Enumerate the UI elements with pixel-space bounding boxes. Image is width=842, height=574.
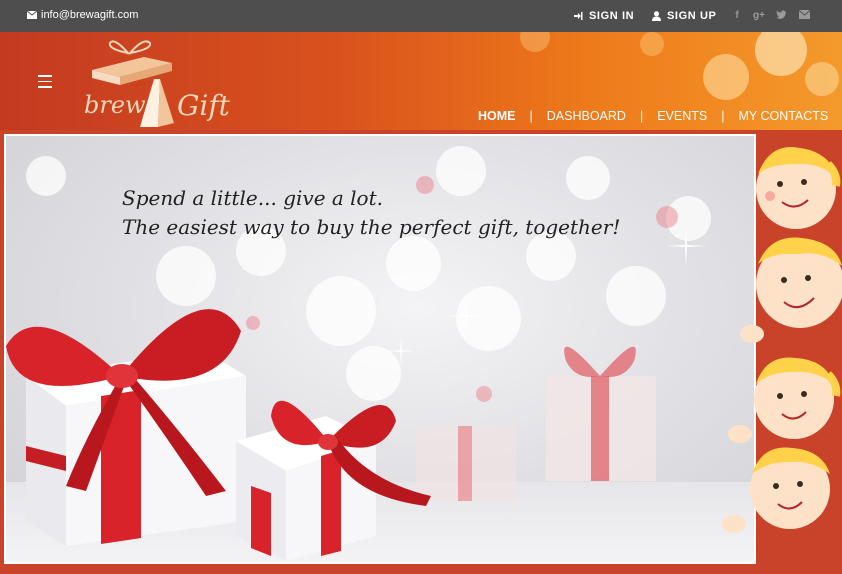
nav-separator: | — [639, 109, 644, 123]
contact-email-text: info@brewagift.com — [41, 9, 139, 21]
mail-icon[interactable] — [798, 10, 810, 22]
menu-hamburger-icon[interactable] — [38, 75, 52, 92]
google-plus-icon[interactable]: g+ — [753, 10, 765, 22]
twitter-icon[interactable] — [775, 10, 787, 22]
sparkle-icon — [446, 296, 486, 336]
tagline-line-2: The easiest way to buy the perfect gift,… — [122, 215, 621, 239]
brand-logo[interactable]: brew Gift — [84, 35, 244, 130]
sign-in-link[interactable]: SIGN IN — [573, 10, 634, 22]
facebook-icon[interactable]: f — [731, 10, 743, 22]
gift-boxes-image — [6, 309, 431, 561]
bokeh-light — [656, 206, 678, 228]
bokeh-light — [640, 32, 664, 56]
bokeh-light — [755, 32, 807, 76]
bokeh-light — [26, 156, 66, 196]
hero-banner: Spend a little... give a lot. The easies… — [4, 134, 756, 564]
user-icon — [652, 11, 661, 21]
bokeh-light — [520, 32, 550, 52]
bokeh-light — [703, 54, 749, 100]
sign-up-label: SIGN UP — [667, 10, 717, 22]
cartoon-kids-illustration — [722, 147, 842, 533]
background-gift-image — [546, 346, 656, 481]
hero-tagline: Spend a little... give a lot. The easies… — [122, 184, 620, 242]
main-nav: HOME | DASHBOARD | EVENTS | MY CONTACTS — [478, 109, 828, 123]
contact-email[interactable]: info@brewagift.com — [27, 9, 138, 21]
nav-separator: | — [721, 109, 725, 123]
site-header: brew Gift HOME | DASHBOARD | EVENTS | MY… — [0, 32, 842, 130]
bokeh-light — [805, 62, 839, 96]
nav-my-contacts[interactable]: MY CONTACTS — [738, 109, 828, 123]
sign-in-label: SIGN IN — [589, 10, 635, 22]
envelope-icon — [27, 11, 37, 19]
top-bar: info@brewagift.com SIGN IN SIGN UP f g+ — [0, 0, 842, 32]
nav-events[interactable]: EVENTS — [657, 109, 707, 123]
sign-in-icon — [574, 12, 583, 20]
sign-up-link[interactable]: SIGN UP — [652, 10, 716, 22]
logo-text-brew: brew — [84, 91, 146, 119]
logo-text-gift: Gift — [177, 89, 231, 122]
nav-dashboard[interactable]: DASHBOARD — [547, 109, 626, 123]
nav-separator: | — [529, 109, 533, 123]
tagline-line-1: Spend a little... give a lot. — [122, 186, 383, 210]
sparkle-icon — [386, 336, 416, 366]
nav-home[interactable]: HOME — [478, 109, 516, 123]
